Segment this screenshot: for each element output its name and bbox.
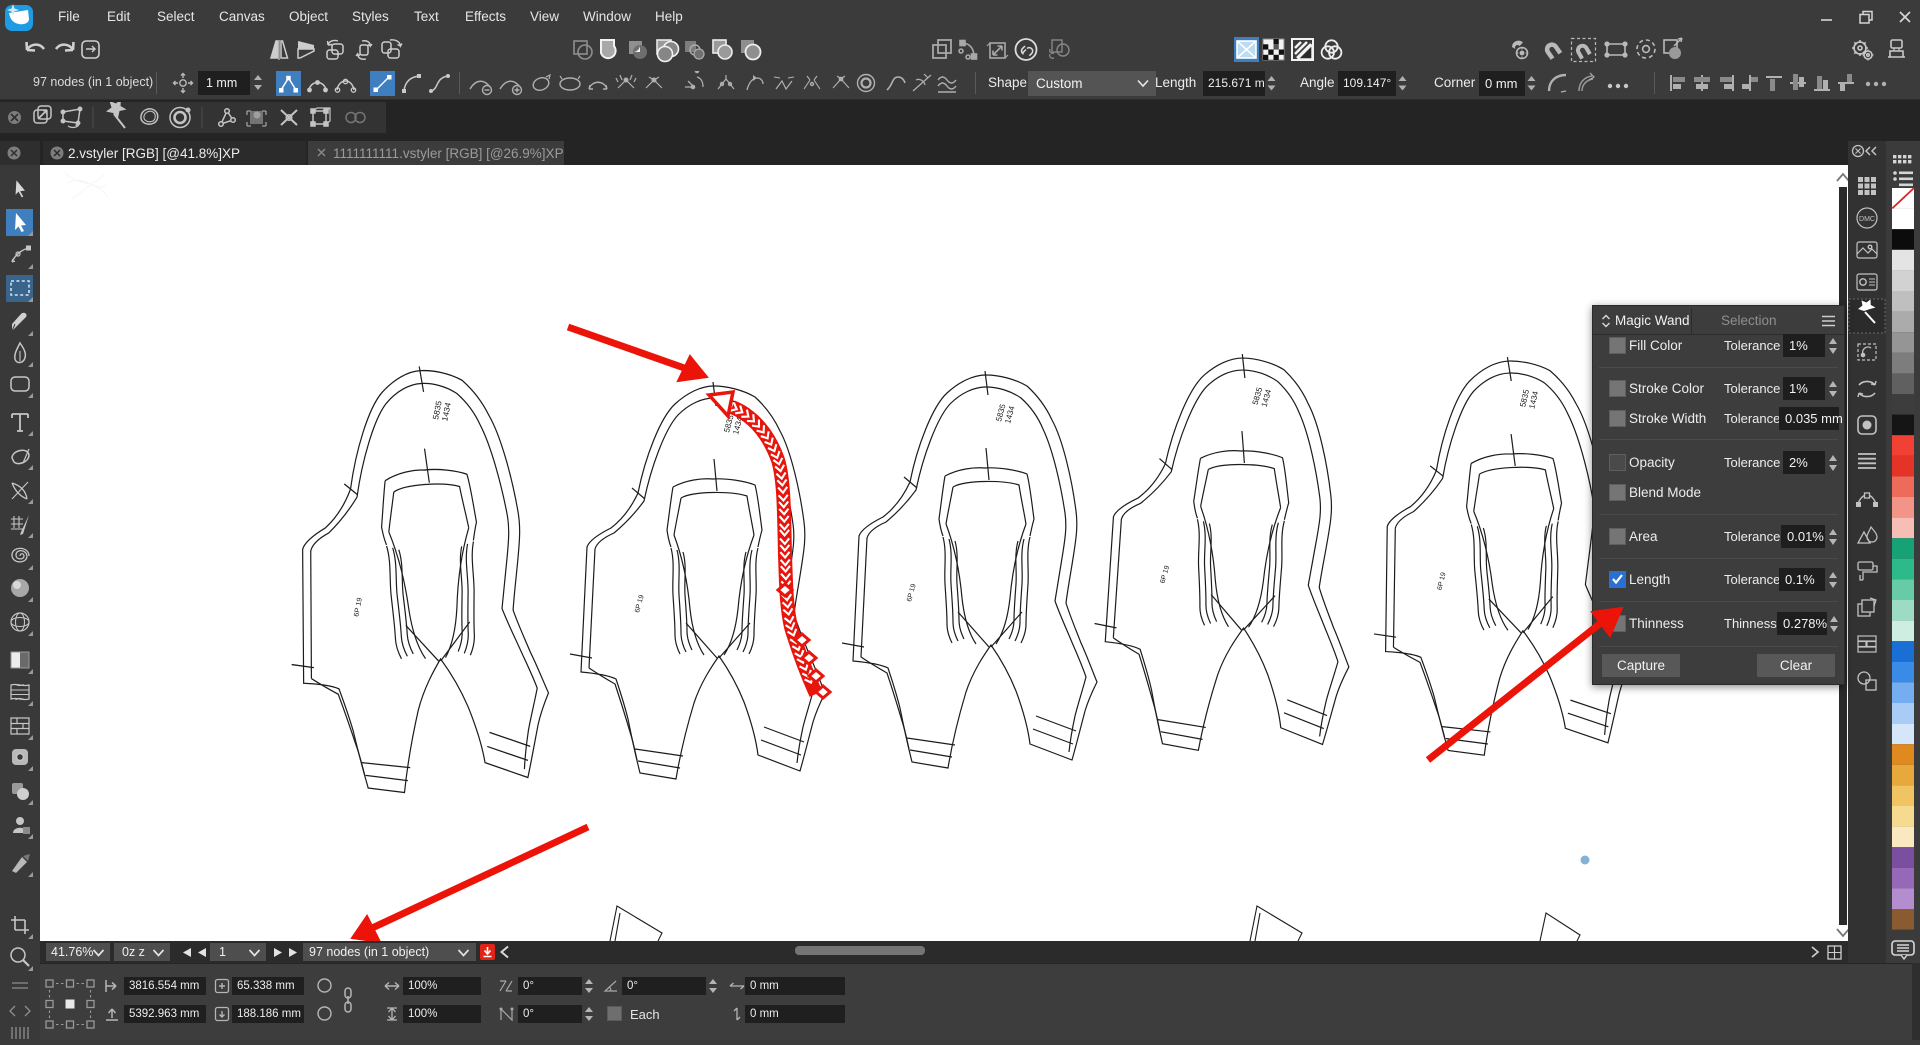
svg-text:DMC: DMC [1859, 216, 1875, 223]
